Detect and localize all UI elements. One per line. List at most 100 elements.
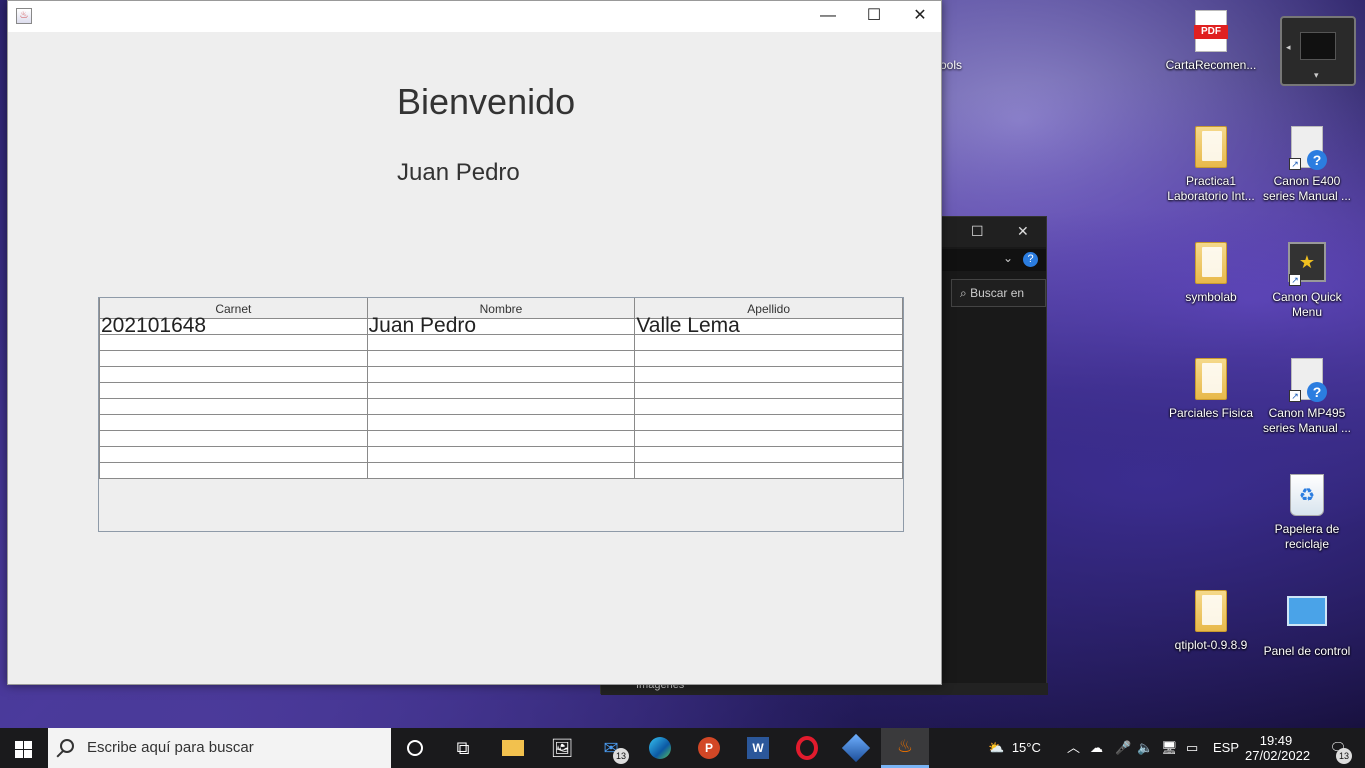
table-row[interactable]: [99, 350, 903, 367]
opera-taskbar-button[interactable]: [783, 728, 831, 768]
desktop-icon-cartarecomen[interactable]: PDF CartaRecomen...: [1163, 10, 1259, 73]
table-cell[interactable]: [99, 382, 368, 399]
arrow-down-icon[interactable]: ▾: [1314, 70, 1319, 81]
java-icon: ♨: [896, 736, 914, 756]
file-explorer-taskbar-button[interactable]: [489, 728, 537, 768]
clock[interactable]: 19:49 27/02/2022: [1245, 728, 1310, 768]
table-cell[interactable]: [366, 446, 636, 463]
explorer-address-bar[interactable]: ⌄ ?: [941, 249, 1046, 271]
language-indicator[interactable]: ESP: [1213, 728, 1239, 768]
word-taskbar-button[interactable]: W: [734, 728, 782, 768]
desktop-icon-symbolab[interactable]: symbolab: [1163, 242, 1259, 305]
desktop-icon-parciales-fisica[interactable]: Parciales Fisica: [1163, 358, 1259, 421]
desktop-icon-canon-e400[interactable]: ? ↗ Canon E400 series Manual ...: [1259, 126, 1355, 204]
desktop-icon-label: Practica1 Laboratorio Int...: [1167, 174, 1255, 203]
battery-icon[interactable]: ▭: [1186, 728, 1198, 768]
table-cell[interactable]: [634, 366, 903, 383]
desktop-icon-canon-quick-menu[interactable]: ★ ↗ Canon Quick Menu: [1259, 242, 1355, 320]
table-row[interactable]: [99, 366, 903, 383]
edge-taskbar-button[interactable]: [636, 728, 684, 768]
java-app-window[interactable]: ♨ — ☐ ✕ Bienvenido Juan Pedro Carnet Nom…: [7, 0, 942, 685]
explorer-maximize-icon[interactable]: ☐: [971, 223, 984, 240]
desktop-icon-qtiplot[interactable]: qtiplot-0.9.8.9: [1163, 590, 1259, 653]
taskbar-search-input[interactable]: Escribe aquí para buscar: [48, 728, 391, 768]
table-cell[interactable]: [99, 446, 368, 463]
welcome-title: Bienvenido: [397, 81, 576, 122]
table-cell[interactable]: [634, 462, 903, 479]
table-cell[interactable]: [99, 462, 368, 479]
taskbar-search-placeholder: Escribe aquí para buscar: [87, 739, 254, 756]
table-cell[interactable]: [634, 398, 903, 415]
microphone-icon[interactable]: 🎤: [1115, 728, 1131, 768]
network-icon[interactable]: 🖥: [1161, 728, 1178, 768]
table-row[interactable]: [99, 334, 903, 351]
explorer-search-input[interactable]: ⌕ Buscar en: [951, 279, 1046, 307]
onedrive-icon[interactable]: ☁: [1090, 728, 1103, 768]
table-cell[interactable]: [634, 414, 903, 431]
folder-icon: [1191, 358, 1231, 402]
table-cell[interactable]: [366, 382, 636, 399]
table-cell[interactable]: [634, 446, 903, 463]
table-cell[interactable]: [366, 398, 636, 415]
table-row[interactable]: [99, 398, 903, 415]
table-cell[interactable]: [634, 350, 903, 367]
close-button[interactable]: ✕: [897, 1, 943, 31]
table-cell[interactable]: [99, 414, 368, 431]
table-cell[interactable]: Valle Lema: [634, 315, 903, 336]
desktop-icon-recycle-bin[interactable]: ♻ Papelera de reciclaje: [1259, 474, 1355, 552]
java-taskbar-button[interactable]: ♨: [881, 728, 929, 768]
desktop-icon-practica1[interactable]: Practica1 Laboratorio Int...: [1163, 126, 1259, 204]
pdf-icon: PDF: [1191, 10, 1231, 54]
desktop-icon-control-panel[interactable]: Panel de control: [1259, 590, 1355, 659]
table-cell[interactable]: [366, 462, 636, 479]
chevron-down-icon[interactable]: ⌄: [1003, 251, 1013, 265]
table-cell[interactable]: [99, 350, 368, 367]
table-cell[interactable]: [634, 382, 903, 399]
clock-time: 19:49: [1259, 733, 1293, 748]
minimize-button[interactable]: —: [805, 1, 851, 31]
table-row[interactable]: [99, 462, 903, 479]
folder-icon: [1191, 242, 1231, 286]
table-cell[interactable]: Juan Pedro: [366, 315, 636, 336]
table-row[interactable]: [99, 446, 903, 463]
window-titlebar[interactable]: ♨ — ☐ ✕: [8, 1, 941, 32]
powerpoint-taskbar-button[interactable]: P: [685, 728, 733, 768]
start-button[interactable]: [0, 728, 48, 768]
desktop-icon-label: Canon Quick Menu: [1272, 290, 1342, 319]
control-panel-icon: [1287, 596, 1327, 640]
table-row[interactable]: [99, 430, 903, 447]
table-cell[interactable]: [634, 430, 903, 447]
table-cell[interactable]: [99, 430, 368, 447]
weather-widget[interactable]: ⛅ 15°C: [988, 728, 1041, 768]
volume-icon[interactable]: 🔈: [1137, 728, 1153, 768]
notification-center-button[interactable]: 🗨 13: [1318, 728, 1358, 768]
folder-icon: [1191, 126, 1231, 170]
table-row[interactable]: [99, 382, 903, 399]
task-view-button[interactable]: ⧉: [439, 728, 487, 768]
table-row[interactable]: 202101648 Juan Pedro Valle Lema: [99, 315, 903, 336]
show-hidden-icons-button[interactable]: ︿: [1067, 728, 1080, 768]
explorer-close-icon[interactable]: ✕: [1017, 223, 1029, 240]
virtualbox-taskbar-button[interactable]: [832, 728, 880, 768]
table-cell[interactable]: 202101648: [99, 315, 368, 336]
cortana-button[interactable]: [391, 728, 439, 768]
table-cell[interactable]: [366, 350, 636, 367]
hidden-icons-popup[interactable]: ◂ ▾: [1280, 16, 1356, 86]
students-table[interactable]: Carnet Nombre Apellido 202101648 Juan Pe…: [98, 297, 904, 532]
table-cell[interactable]: [366, 366, 636, 383]
table-cell[interactable]: [99, 398, 368, 415]
table-cell[interactable]: [366, 430, 636, 447]
table-cell[interactable]: [99, 366, 368, 383]
help-icon[interactable]: ?: [1023, 252, 1038, 267]
notification-badge: 13: [1336, 748, 1352, 764]
task-view-icon: ⧉: [456, 737, 470, 758]
word-icon: W: [747, 737, 769, 759]
maximize-button[interactable]: ☐: [851, 1, 897, 31]
arrow-left-icon[interactable]: ◂: [1286, 42, 1291, 53]
photos-taskbar-button[interactable]: 🖼: [538, 728, 586, 768]
table-row[interactable]: [99, 414, 903, 431]
table-cell[interactable]: [366, 414, 636, 431]
mail-taskbar-button[interactable]: ✉ 13: [587, 728, 635, 768]
desktop-icon-canon-mp495[interactable]: ? ↗ Canon MP495 series Manual ...: [1259, 358, 1355, 436]
edge-icon: [649, 737, 671, 759]
